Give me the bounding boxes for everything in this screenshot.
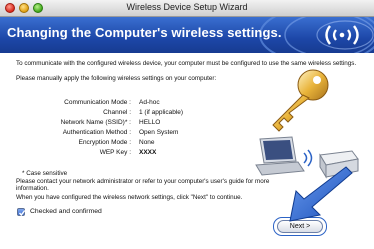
- setting-label: Authentication Method :: [62, 129, 131, 136]
- window-title: Wireless Device Setup Wizard: [126, 2, 248, 12]
- contact-text: Please contact your network administrato…: [16, 178, 270, 193]
- confirm-checkbox-label[interactable]: Checked and confirmed: [30, 208, 102, 215]
- setting-label: Network Name (SSID)* :: [60, 119, 131, 126]
- setting-row-communication-mode: Communication Mode : Ad-hoc: [16, 99, 256, 108]
- banner-title: Changing the Computer's wireless setting…: [7, 25, 282, 40]
- setting-label: Communication Mode :: [64, 99, 131, 106]
- wireless-icon: [325, 25, 359, 45]
- setting-value: None: [139, 139, 155, 146]
- confirm-checkbox[interactable]: [17, 208, 26, 217]
- setting-value: Open System: [139, 129, 179, 136]
- setting-value: HELLO: [139, 119, 161, 126]
- header-banner: Changing the Computer's wireless setting…: [0, 17, 374, 53]
- setting-row-authentication: Authentication Method : Open System: [16, 129, 256, 138]
- setting-row-channel: Channel : 1 (if applicable): [16, 109, 256, 118]
- checkmark-icon: [18, 210, 26, 217]
- wizard-window: Wireless Device Setup Wizard Changing th…: [0, 0, 374, 249]
- setting-row-wep-key: WEP Key : XXXX: [16, 149, 256, 158]
- intro-line-2: Please manually apply the following wire…: [16, 75, 217, 82]
- setting-label: Encryption Mode :: [78, 139, 131, 146]
- setting-value: Ad-hoc: [139, 99, 160, 106]
- setting-label: WEP Key :: [99, 149, 131, 156]
- setting-value: 1 (if applicable): [139, 109, 184, 116]
- case-sensitive-note: * Case sensitive: [22, 170, 68, 177]
- setting-row-encryption: Encryption Mode : None: [16, 139, 256, 148]
- setting-value: XXXX: [139, 149, 157, 156]
- pointer-arrow-icon: [289, 166, 353, 222]
- key-icon: [272, 69, 329, 132]
- setting-label: Channel :: [103, 109, 131, 116]
- title-bar: Wireless Device Setup Wizard: [0, 0, 374, 17]
- setting-row-ssid: Network Name (SSID)* : HELLO: [16, 119, 256, 128]
